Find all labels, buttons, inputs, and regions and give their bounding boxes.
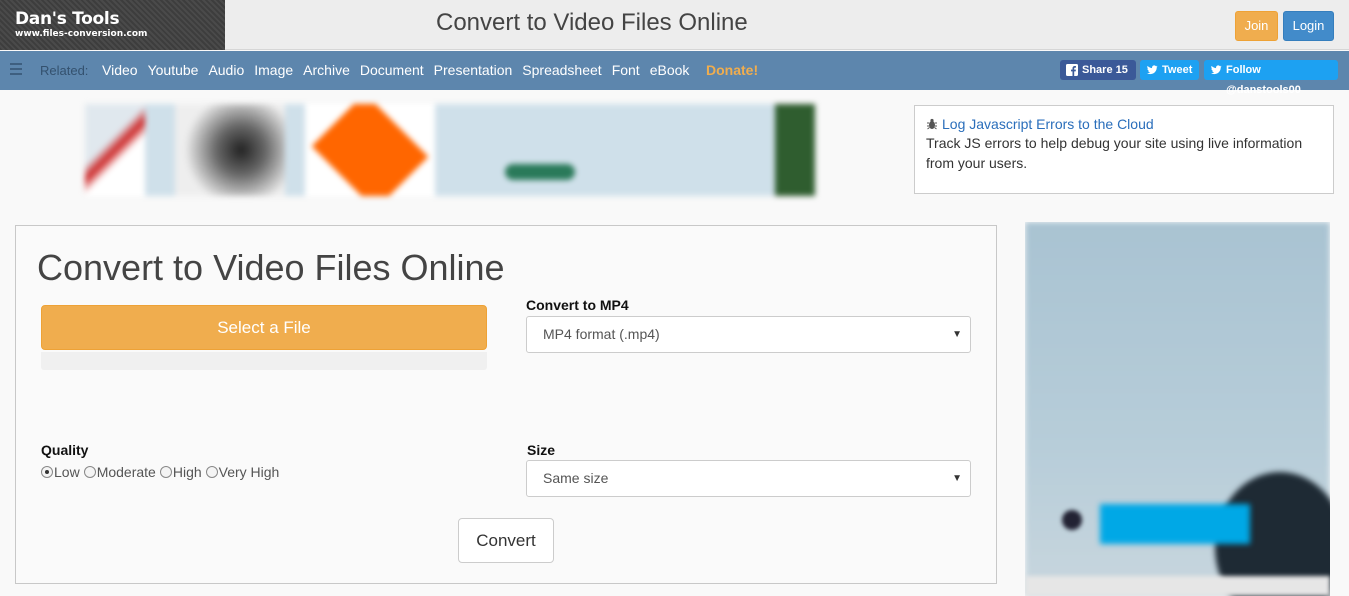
hamburger-menu-icon[interactable] (10, 63, 22, 75)
quality-option-label: Moderate (96, 464, 156, 480)
js-errors-link[interactable]: Log Javascript Errors to the Cloud (926, 116, 1322, 132)
twitter-bird-icon (1147, 65, 1158, 75)
nav-link-archive[interactable]: Archive (303, 62, 350, 78)
banner-advertisement[interactable] (85, 104, 815, 196)
quality-radio-group: Low Moderate High Very High (41, 464, 279, 480)
bug-icon (927, 118, 937, 130)
quality-option-label: Low (54, 464, 80, 480)
size-select[interactable]: Same size ▼ (526, 460, 971, 497)
sidebar-advertisement[interactable] (1025, 222, 1330, 596)
nav-link-presentation[interactable]: Presentation (434, 62, 513, 78)
format-label: Convert to MP4 (526, 297, 629, 313)
quality-label: Quality (41, 442, 89, 458)
nav-link-youtube[interactable]: Youtube (148, 62, 199, 78)
radio-button[interactable] (159, 466, 172, 478)
follow-label: Follow @danstools00 (1226, 64, 1301, 96)
format-select[interactable]: MP4 format (.mp4) ▼ (526, 316, 971, 353)
nav-links: Video Youtube Audio Image Archive Docume… (102, 62, 699, 78)
donate-link[interactable]: Donate! (706, 62, 758, 78)
format-select-value: MP4 format (.mp4) (543, 326, 660, 342)
converter-panel: Convert to Video Files Online Select a F… (15, 225, 997, 584)
login-button[interactable]: Login (1283, 11, 1334, 41)
facebook-icon (1066, 64, 1078, 76)
logo-subtitle: www.files-conversion.com (15, 29, 148, 39)
size-select-value: Same size (543, 470, 609, 486)
twitter-follow-button[interactable]: Follow @danstools00 (1204, 60, 1338, 96)
nav-link-image[interactable]: Image (254, 62, 293, 78)
quality-option-very-high[interactable]: Very High (205, 464, 280, 480)
quality-option-high[interactable]: High (159, 464, 202, 480)
select-file-button[interactable]: Select a File (41, 305, 487, 350)
quality-option-label: Very High (218, 464, 280, 480)
logo-title: Dan's Tools (15, 9, 120, 29)
radio-button[interactable] (41, 466, 53, 478)
js-errors-description: Track JS errors to help debug your site … (926, 135, 1303, 171)
upload-progress-bar (41, 352, 487, 370)
convert-button[interactable]: Convert (458, 518, 554, 563)
js-errors-promo-box: Log Javascript Errors to the Cloud Track… (914, 105, 1334, 194)
join-button[interactable]: Join (1235, 11, 1278, 41)
share-label: Share 15 (1082, 64, 1128, 76)
radio-button[interactable] (205, 466, 218, 478)
site-logo[interactable]: Dan's Tools www.files-conversion.com (0, 0, 225, 50)
nav-link-ebook[interactable]: eBook (650, 62, 690, 78)
top-header: Dan's Tools www.files-conversion.com Con… (0, 0, 1349, 50)
quality-option-low[interactable]: Low (41, 464, 80, 480)
twitter-bird-icon (1211, 65, 1222, 75)
tweet-label: Tweet (1162, 64, 1193, 76)
nav-related-label: Related: (40, 63, 89, 78)
nav-link-document[interactable]: Document (360, 62, 424, 78)
header-title: Convert to Video Files Online (436, 9, 748, 36)
js-errors-link-text: Log Javascript Errors to the Cloud (942, 116, 1154, 132)
nav-link-audio[interactable]: Audio (208, 62, 244, 78)
select-caret-icon: ▼ (952, 329, 962, 340)
quality-option-label: High (172, 464, 202, 480)
quality-option-moderate[interactable]: Moderate (83, 464, 156, 480)
size-label: Size (527, 442, 556, 458)
nav-link-spreadsheet[interactable]: Spreadsheet (522, 62, 601, 78)
nav-link-video[interactable]: Video (102, 62, 138, 78)
tweet-button[interactable]: Tweet (1140, 60, 1199, 80)
nav-bar: Related: Video Youtube Audio Image Archi… (0, 51, 1349, 96)
select-caret-icon: ▼ (952, 473, 962, 484)
radio-button[interactable] (83, 466, 96, 478)
nav-link-font[interactable]: Font (612, 62, 640, 78)
facebook-share-button[interactable]: Share 15 (1060, 60, 1136, 80)
converter-title: Convert to Video Files Online (37, 247, 505, 288)
